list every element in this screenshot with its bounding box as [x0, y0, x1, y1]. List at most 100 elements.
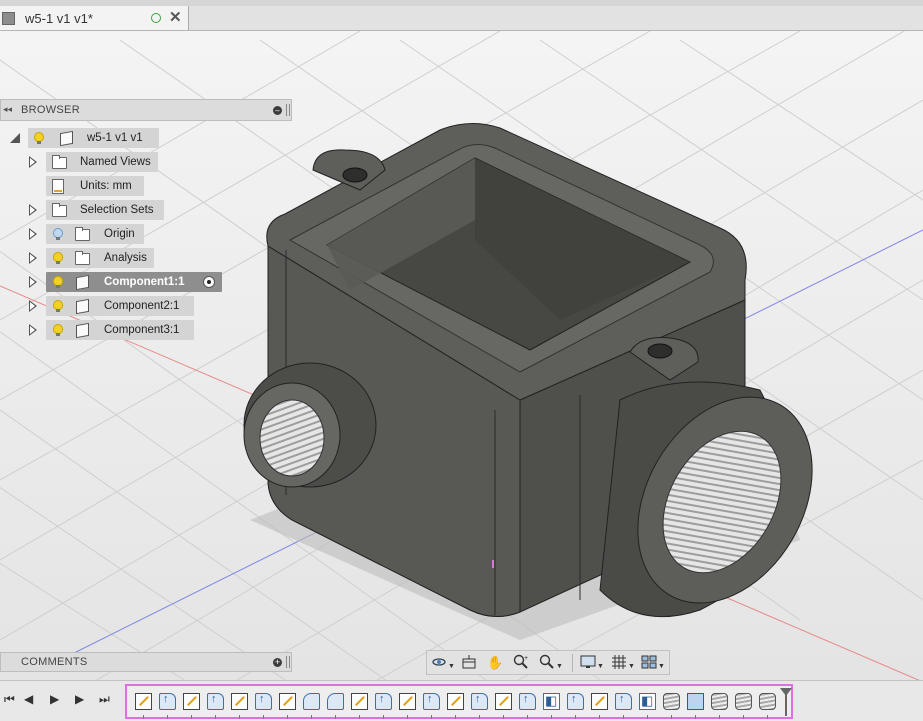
tree-item-named-views[interactable]: Named Views: [46, 152, 158, 172]
folder-icon: [52, 155, 67, 169]
timeline-tick: [479, 715, 480, 719]
expand-component3-icon[interactable]: [29, 324, 37, 336]
tree-item-component1[interactable]: Component1:1: [46, 272, 222, 292]
timeline-mirror-icon[interactable]: [543, 693, 560, 710]
document-tab-title: w5-1 v1 v1*: [25, 11, 93, 26]
tree-item-analysis[interactable]: Analysis: [46, 248, 154, 268]
timeline-tick: [359, 715, 360, 719]
timeline-sketch-icon[interactable]: [351, 693, 368, 710]
timeline-extrude-icon[interactable]: [423, 693, 440, 710]
viewports-icon[interactable]: ▼: [641, 654, 665, 672]
tree-item-origin[interactable]: Origin: [46, 224, 144, 244]
orbit-icon[interactable]: ▼: [431, 654, 455, 672]
timeline-extrude-icon[interactable]: [519, 693, 536, 710]
timeline-sketch-icon[interactable]: [183, 693, 200, 710]
timeline-sketch-icon[interactable]: [279, 693, 296, 710]
timeline-tick: [527, 715, 528, 719]
folder-icon: [75, 251, 90, 265]
close-tab-button[interactable]: ✕: [169, 8, 182, 26]
minimize-browser-button[interactable]: –: [273, 106, 282, 115]
tree-root-node[interactable]: w5-1 v1 v1: [28, 128, 159, 148]
panel-grip-icon[interactable]: [286, 656, 290, 668]
timeline-extrude-icon[interactable]: [207, 693, 224, 710]
folder-icon: [75, 227, 90, 241]
timeline-extrude-icon[interactable]: [159, 693, 176, 710]
tree-item-units[interactable]: Units: mm: [46, 176, 144, 196]
timeline-sketch-icon[interactable]: [231, 693, 248, 710]
timeline-tick: [167, 715, 168, 719]
look-at-icon[interactable]: [461, 654, 477, 672]
timeline-fillet-icon[interactable]: [327, 693, 344, 710]
timeline-thread-icon[interactable]: [735, 693, 752, 710]
timeline-tick: [767, 715, 768, 719]
timeline-tick: [239, 715, 240, 719]
grid-settings-icon[interactable]: ▼: [611, 654, 635, 672]
timeline-tick: [311, 715, 312, 719]
go-to-start-button[interactable]: ⏮: [4, 692, 15, 707]
timeline-track[interactable]: [125, 684, 793, 719]
zoom-icon[interactable]: ▼: [539, 654, 563, 672]
expand-named-views-icon[interactable]: [29, 156, 37, 168]
timeline-sketch-icon[interactable]: [495, 693, 512, 710]
timeline-tick: [335, 715, 336, 719]
timeline-sketch-icon[interactable]: [135, 693, 152, 710]
component-icon: [76, 274, 89, 291]
tree-item-label: Selection Sets: [80, 204, 154, 216]
timeline-tick: [287, 715, 288, 719]
timeline-tick: [719, 715, 720, 719]
timeline-sketch-icon[interactable]: [399, 693, 416, 710]
display-settings-icon[interactable]: ▼: [580, 654, 604, 672]
timeline-tick: [431, 715, 432, 719]
timeline-sketch-icon[interactable]: [591, 693, 608, 710]
visibility-bulb-icon[interactable]: [53, 252, 63, 264]
document-tab-bar: w5-1 v1 v1* ✕: [0, 6, 923, 31]
tree-item-component2[interactable]: Component2:1: [46, 296, 194, 316]
panel-grip-icon[interactable]: [286, 104, 290, 116]
add-comment-button[interactable]: +: [273, 658, 282, 667]
expand-origin-icon[interactable]: [29, 228, 37, 240]
document-icon: [2, 12, 15, 25]
visibility-bulb-off-icon[interactable]: [53, 228, 63, 240]
timeline-extrude-icon[interactable]: [615, 693, 632, 710]
tree-item-component3[interactable]: Component3:1: [46, 320, 194, 340]
zoom-window-icon[interactable]: +: [513, 654, 529, 672]
timeline-mirror-icon[interactable]: [639, 693, 656, 710]
step-back-button[interactable]: ◀: [24, 692, 33, 706]
visibility-bulb-icon[interactable]: [53, 300, 63, 312]
timeline-thread-icon[interactable]: [663, 693, 680, 710]
activate-component-radio[interactable]: [203, 276, 215, 288]
visibility-bulb-icon[interactable]: [34, 132, 44, 144]
expand-analysis-icon[interactable]: [29, 252, 37, 264]
expand-component2-icon[interactable]: [29, 300, 37, 312]
timeline-tick: [407, 715, 408, 719]
tree-item-selection-sets[interactable]: Selection Sets: [46, 200, 164, 220]
timeline-extrude-icon[interactable]: [375, 693, 392, 710]
timeline-box-icon[interactable]: [687, 693, 704, 710]
step-forward-button[interactable]: ▶: [50, 692, 59, 706]
play-button[interactable]: ▶: [75, 692, 84, 706]
tree-item-label: Units: mm: [80, 180, 132, 192]
collapse-browser-icon[interactable]: ◂◂: [3, 104, 12, 115]
component-icon: [76, 298, 89, 315]
timeline-extrude-icon[interactable]: [567, 693, 584, 710]
visibility-bulb-icon[interactable]: [53, 276, 63, 288]
timeline-sketch-icon[interactable]: [447, 693, 464, 710]
timeline-tick: [623, 715, 624, 719]
timeline-extrude-icon[interactable]: [255, 693, 272, 710]
go-to-end-button[interactable]: ⏭: [99, 692, 110, 707]
expand-component1-icon[interactable]: [29, 276, 37, 288]
browser-panel-header[interactable]: ◂◂ BROWSER –: [0, 99, 292, 121]
timeline-fillet-icon[interactable]: [303, 693, 320, 710]
timeline-tick: [671, 715, 672, 719]
visibility-bulb-icon[interactable]: [53, 324, 63, 336]
tree-item-label: Component1:1: [104, 276, 185, 288]
document-tab[interactable]: w5-1 v1 v1* ✕: [0, 6, 189, 30]
timeline-extrude-icon[interactable]: [471, 693, 488, 710]
root-expander-icon[interactable]: [10, 133, 20, 143]
timeline-thread-icon[interactable]: [759, 693, 776, 710]
comments-panel-header[interactable]: COMMENTS +: [0, 652, 292, 672]
expand-selection-sets-icon[interactable]: [29, 204, 37, 216]
pan-icon[interactable]: ✋: [487, 654, 503, 672]
timeline-tick: [599, 715, 600, 719]
timeline-thread-icon[interactable]: [711, 693, 728, 710]
